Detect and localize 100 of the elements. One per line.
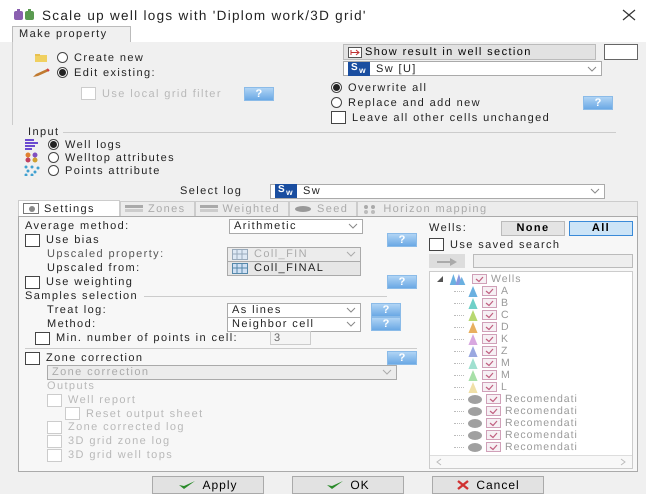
ellipse-icon: [294, 204, 312, 214]
treat-log-dropdown[interactable]: As lines: [227, 302, 361, 318]
min-points-field[interactable]: 3: [270, 331, 311, 345]
checkbox-label: Zone corrected log: [68, 421, 185, 433]
radio-label: Edit existing:: [74, 66, 156, 78]
checkbox-label: 3D grid well tops: [68, 449, 174, 461]
tree-item[interactable]: Recomendati: [505, 418, 578, 428]
checkbox[interactable]: [482, 370, 497, 380]
settings-icon: [23, 203, 39, 214]
close-icon[interactable]: [622, 9, 636, 21]
checkbox[interactable]: [482, 334, 497, 344]
tree-item[interactable]: A: [501, 286, 510, 296]
tree-item[interactable]: Recomendati: [505, 394, 578, 404]
app-icon: [14, 9, 36, 21]
checkbox[interactable]: [25, 352, 40, 364]
caret-icon: [587, 66, 597, 72]
tree-item[interactable]: C: [501, 310, 510, 320]
help-button[interactable]: ?: [371, 303, 401, 317]
caret-icon: [382, 369, 392, 375]
checkbox[interactable]: [486, 430, 501, 440]
tree-item[interactable]: Recomendati: [505, 430, 578, 440]
tree-item[interactable]: L: [501, 382, 508, 392]
tree-item[interactable]: M: [501, 370, 511, 380]
help-button[interactable]: ?: [583, 96, 613, 110]
help-button[interactable]: ?: [387, 233, 417, 247]
color-button[interactable]: [604, 44, 638, 60]
property-dropdown[interactable]: S$_{w}$ Sw [U]: [343, 61, 602, 76]
radio-button[interactable]: [331, 82, 342, 93]
checkbox-label: Use local grid filter: [102, 88, 222, 100]
checkbox[interactable]: [472, 274, 487, 284]
scroll-right-icon[interactable]: [620, 458, 626, 466]
tree-item[interactable]: D: [501, 322, 510, 332]
checkbox[interactable]: [482, 358, 497, 368]
layers-icon: [200, 204, 218, 214]
help-button[interactable]: ?: [371, 317, 401, 331]
window-title: Scale up well logs with 'Diplom work/3D grid': [42, 8, 368, 22]
checkbox[interactable]: [482, 346, 497, 356]
caret-icon: [348, 223, 358, 229]
tree-item[interactable]: Recomendati: [505, 406, 578, 416]
checkbox[interactable]: [482, 298, 497, 308]
checkbox[interactable]: [482, 286, 497, 296]
cancel-button[interactable]: Cancel: [432, 476, 544, 494]
tree-item[interactable]: Recomendati: [505, 442, 578, 452]
upscaled-from-field[interactable]: Coll_FINAL: [227, 260, 361, 276]
average-method-dropdown[interactable]: Arithmetic: [229, 218, 363, 234]
wells-folder-icon: [448, 274, 468, 284]
checkbox[interactable]: [25, 276, 40, 288]
checkbox[interactable]: [331, 111, 346, 124]
field-label: Average method:: [25, 220, 131, 232]
ok-button[interactable]: OK: [292, 476, 404, 494]
scroll-left-icon[interactable]: [436, 458, 442, 466]
radio-button[interactable]: [331, 97, 342, 108]
horizontal-scrollbar[interactable]: [430, 455, 632, 468]
select-all-button[interactable]: All: [569, 220, 633, 236]
section-heading: Input: [28, 126, 60, 138]
wells-label: Wells:: [429, 222, 468, 234]
checkbox[interactable]: [482, 310, 497, 320]
show-result-button[interactable]: Show result in well section: [343, 44, 596, 60]
help-button[interactable]: ?: [387, 275, 417, 289]
layers-icon: [124, 204, 143, 214]
zone-correction-dropdown[interactable]: Zone correction: [47, 364, 397, 380]
collapse-icon[interactable]: [436, 275, 444, 283]
radio-button[interactable]: [48, 139, 59, 150]
arrow-icon: [436, 258, 458, 266]
radio-button[interactable]: [57, 52, 68, 63]
checkbox[interactable]: [486, 442, 501, 452]
tree-item[interactable]: Z: [501, 346, 508, 356]
radio-label: Overwrite all: [348, 82, 428, 94]
checkbox[interactable]: [482, 382, 497, 392]
field-label: Upscaled property:: [47, 248, 166, 260]
grid-icon: [232, 248, 248, 260]
checkbox[interactable]: [486, 418, 501, 428]
make-property-tab[interactable]: Make property: [12, 26, 131, 42]
log-dropdown[interactable]: S$_{w}$ Sw: [270, 184, 605, 198]
tree-item[interactable]: K: [501, 334, 510, 344]
radio-label: Create new: [74, 52, 144, 64]
checkbox[interactable]: [35, 332, 50, 344]
apply-button[interactable]: Apply: [152, 476, 264, 494]
checkbox[interactable]: [486, 406, 501, 416]
radio-label: Points attribute: [65, 164, 161, 176]
select-none-button[interactable]: None: [501, 220, 565, 236]
radio-button[interactable]: [48, 165, 59, 176]
checkbox-label: Use weighting: [46, 276, 134, 288]
checkbox[interactable]: [25, 234, 40, 246]
checkbox[interactable]: [429, 238, 444, 251]
search-field[interactable]: [473, 254, 633, 268]
help-button[interactable]: ?: [387, 351, 417, 365]
method-dropdown[interactable]: Neighbor cell: [227, 316, 361, 332]
tree-item[interactable]: B: [501, 298, 510, 308]
checkbox-label: Zone correction: [46, 352, 144, 364]
radio-button[interactable]: [48, 152, 59, 163]
tree-item[interactable]: Wells: [491, 274, 522, 284]
radio-button[interactable]: [57, 67, 68, 78]
check-icon: [326, 480, 344, 490]
radio-label: Replace and add new: [348, 96, 482, 108]
checkbox[interactable]: [482, 322, 497, 332]
checkbox[interactable]: [486, 394, 501, 404]
tab[interactable]: Settings: [18, 200, 120, 216]
caret-icon: [346, 251, 356, 257]
tree-item[interactable]: M: [501, 358, 511, 368]
